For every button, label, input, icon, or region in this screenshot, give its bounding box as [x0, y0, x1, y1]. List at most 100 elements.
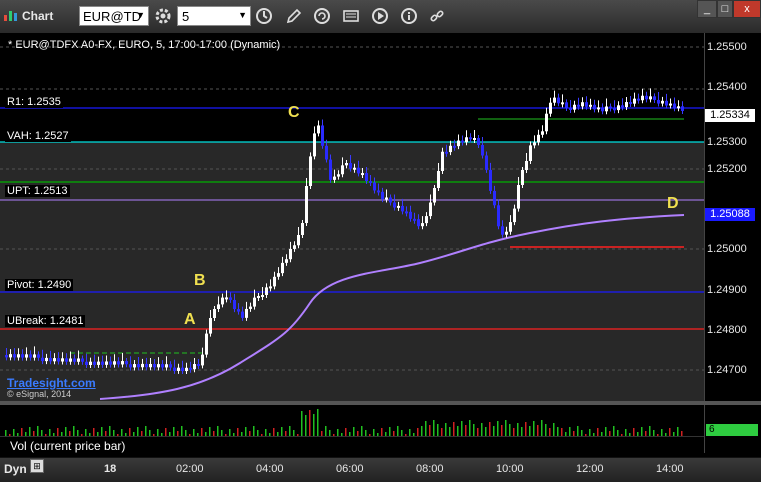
volume-bar — [553, 423, 555, 436]
minimize-button[interactable]: _ — [697, 0, 717, 18]
candle-body — [477, 138, 480, 145]
volume-bar — [325, 426, 327, 436]
candle-body — [557, 97, 560, 104]
link-icon[interactable] — [428, 7, 446, 25]
volume-bar — [613, 426, 615, 436]
candle-body — [169, 364, 172, 368]
time-label: 08:00 — [416, 463, 444, 475]
price-tick-label: 1.25000 — [707, 243, 747, 255]
symbol-dropdown-arrow-icon[interactable]: ▼ — [136, 10, 145, 20]
candle-body — [333, 176, 336, 180]
price-tick-label: 1.25400 — [707, 81, 747, 93]
volume-bar — [217, 426, 219, 436]
candle-body — [209, 318, 212, 334]
candle-body — [49, 357, 52, 362]
candle-body — [529, 145, 532, 161]
volume-bar — [561, 428, 563, 436]
candle-body — [409, 211, 412, 219]
symbol-value: EUR@TD — [83, 9, 141, 24]
volume-bar — [137, 427, 139, 436]
volume-bar — [589, 429, 591, 436]
clock-icon[interactable] — [255, 7, 273, 25]
volume-bar — [449, 427, 451, 436]
volume-bar — [597, 428, 599, 436]
interval-dropdown-arrow-icon[interactable]: ▼ — [238, 10, 247, 20]
pencil-draw-icon[interactable] — [285, 7, 303, 25]
info-icon[interactable] — [400, 7, 418, 25]
volume-bar — [605, 427, 607, 436]
volume-bar — [305, 415, 307, 436]
refresh-icon[interactable] — [313, 7, 331, 25]
moving-average-line — [99, 214, 685, 400]
volume-bar — [465, 425, 467, 436]
price-tick-label: 1.25300 — [707, 136, 747, 148]
candle-body — [261, 295, 264, 297]
candle-body — [681, 106, 684, 111]
volume-bar — [381, 428, 383, 436]
volume-bar — [201, 428, 203, 436]
candle-body — [173, 367, 176, 371]
volume-bar — [429, 425, 431, 436]
volume-bar — [477, 428, 479, 436]
price-candles — [5, 88, 684, 375]
play-icon[interactable] — [371, 7, 389, 25]
candle-body — [73, 358, 76, 362]
volume-bar — [485, 427, 487, 436]
candle-body — [9, 354, 12, 358]
maximize-button[interactable]: □ — [717, 0, 733, 18]
candle-body — [137, 364, 140, 368]
volume-bar — [633, 428, 635, 436]
volume-bar — [493, 426, 495, 436]
candle-body — [661, 100, 664, 104]
candle-body — [161, 364, 164, 368]
candle-body — [321, 125, 324, 146]
volume-bar — [121, 429, 123, 436]
candle-body — [537, 134, 540, 143]
volume-bar — [537, 425, 539, 436]
candle-body — [605, 106, 608, 112]
volume-bar — [281, 427, 283, 436]
symbol-input[interactable]: EUR@TD ▼ — [79, 6, 149, 26]
candle-body — [677, 106, 680, 109]
candle-body — [637, 98, 640, 101]
volume-bar — [129, 428, 131, 436]
volume-bar — [145, 426, 147, 436]
candle-body — [641, 95, 644, 101]
r1-label: R1: 1.2535 — [5, 96, 63, 108]
close-button[interactable]: x — [733, 0, 761, 18]
candle-body — [225, 297, 228, 300]
volume-bar — [21, 428, 23, 436]
dynamic-toggle-button[interactable]: ⊞ — [30, 459, 44, 473]
candle-body — [525, 161, 528, 170]
candle-body — [509, 222, 512, 232]
candle-body — [5, 355, 8, 358]
candle-body — [369, 181, 372, 184]
candle-body — [597, 107, 600, 110]
candle-body — [125, 361, 128, 365]
settings-gear-icon[interactable] — [154, 7, 172, 25]
candle-body — [97, 361, 100, 365]
interval-value: 5 — [182, 9, 190, 24]
candle-body — [85, 361, 88, 365]
news-icon[interactable] — [342, 7, 360, 25]
interval-input[interactable]: 5 ▼ — [177, 6, 251, 26]
volume-bar — [93, 428, 95, 436]
volume-bar — [165, 428, 167, 436]
volume-bar — [453, 422, 455, 436]
candle-body — [217, 304, 220, 309]
volume-bar — [549, 428, 551, 436]
candle-body — [57, 358, 60, 362]
candle-body — [253, 297, 256, 307]
candle-body — [613, 108, 616, 111]
volume-bar — [661, 429, 663, 436]
candle-body — [193, 364, 196, 370]
candle-body — [425, 216, 428, 224]
candle-body — [229, 297, 232, 300]
candle-body — [601, 107, 604, 112]
candle-body — [157, 364, 160, 368]
candle-body — [545, 113, 548, 132]
candle-body — [481, 145, 484, 156]
volume-bar — [577, 426, 579, 436]
tradesight-watermark[interactable]: Tradesight.com — [7, 376, 96, 390]
candle-body — [141, 363, 144, 368]
